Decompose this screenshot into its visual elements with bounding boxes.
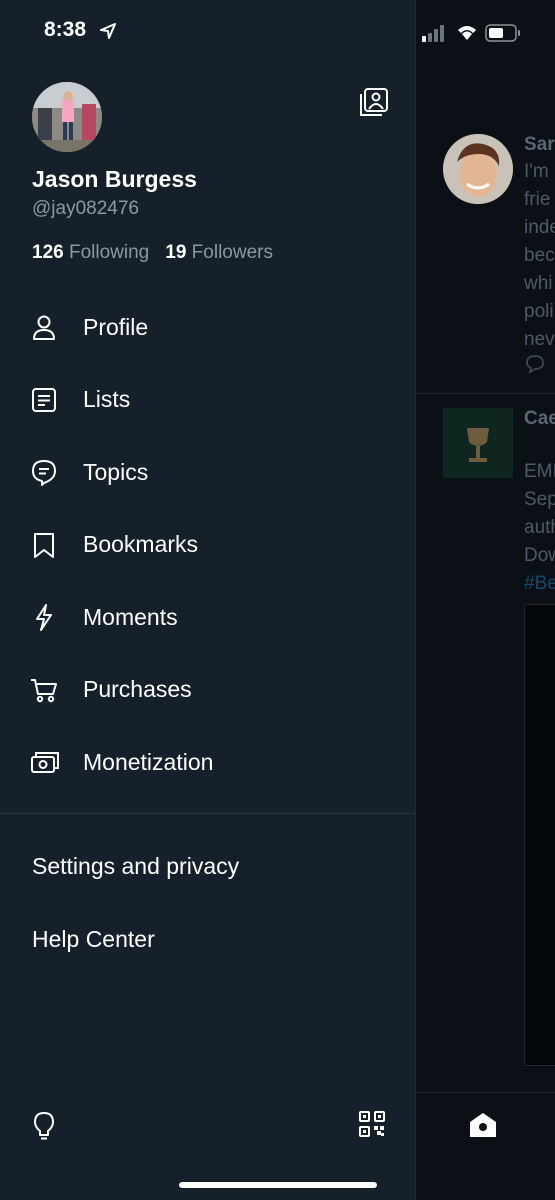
menu-item-profile[interactable]: Profile — [0, 291, 415, 364]
qr-code-icon[interactable] — [358, 1110, 386, 1138]
tweet-divider — [416, 393, 555, 394]
lightning-icon — [30, 603, 58, 632]
person-icon — [30, 313, 58, 341]
profile-name[interactable]: Jason Burgess — [32, 166, 197, 193]
drawer-menu: Profile Lists Topics Bookmarks Moments P… — [0, 291, 415, 799]
following-link[interactable]: 126 Following — [32, 242, 149, 264]
settings-privacy-link[interactable]: Settings and privacy — [32, 853, 239, 880]
money-icon — [30, 748, 59, 776]
menu-item-monetization[interactable]: Monetization — [0, 726, 415, 799]
tab-bar — [416, 1092, 555, 1200]
cart-icon — [30, 676, 58, 704]
list-icon — [30, 386, 58, 414]
bookmark-icon — [30, 531, 58, 559]
tweet-avatar — [443, 134, 513, 204]
followers-link[interactable]: 19 Followers — [165, 242, 273, 264]
menu-item-purchases[interactable]: Purchases — [0, 654, 415, 727]
location-arrow-icon — [100, 23, 116, 39]
reply-icon — [524, 354, 546, 374]
divider — [0, 813, 415, 814]
menu-item-lists[interactable]: Lists — [0, 364, 415, 437]
accounts-switch-icon[interactable] — [358, 86, 390, 118]
home-icon[interactable] — [468, 1110, 498, 1140]
lightbulb-icon[interactable] — [30, 1110, 58, 1142]
tweet-text: EMI Sep auth Dow #Be — [524, 461, 555, 594]
background-timeline: Sar I'm frie inde bec whi poli nev Cae E… — [415, 0, 555, 1200]
status-right — [422, 22, 542, 44]
follow-stats: 126 Following 19 Followers — [32, 242, 273, 264]
tweet-avatar — [443, 408, 513, 478]
tweet-text: I'm frie inde bec whi poli nev — [524, 161, 555, 350]
help-center-link[interactable]: Help Center — [32, 926, 155, 953]
side-drawer: 8:38 Jason Burgess @jay082476 126 Follow… — [0, 0, 415, 1200]
tweet-media — [524, 604, 555, 1066]
topics-icon — [30, 458, 58, 487]
menu-item-topics[interactable]: Topics — [0, 436, 415, 509]
status-time: 8:38 — [44, 18, 87, 41]
menu-item-moments[interactable]: Moments — [0, 581, 415, 654]
profile-handle: @jay082476 — [32, 198, 139, 219]
tweet-author: Sar — [524, 134, 555, 155]
tweet-author: Cae — [524, 408, 555, 429]
menu-item-bookmarks[interactable]: Bookmarks — [0, 509, 415, 582]
home-indicator — [179, 1182, 377, 1188]
avatar[interactable] — [32, 82, 102, 152]
